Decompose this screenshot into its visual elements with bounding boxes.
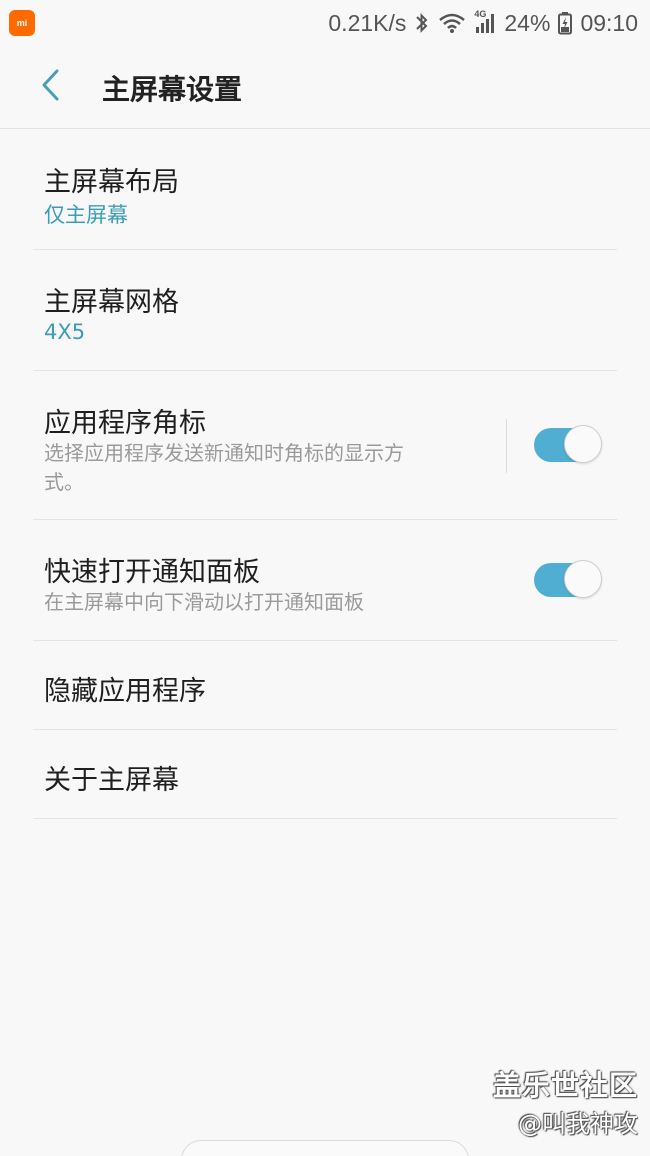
setting-home-grid[interactable]: 主屏幕网格 4X5 xyxy=(33,250,617,371)
setting-title: 快速打开通知面板 xyxy=(44,557,260,588)
setting-title: 主屏幕网格 xyxy=(44,287,179,318)
setting-app-badges[interactable]: 应用程序角标 选择应用程序发送新通知时角标的显示方式。 xyxy=(33,371,617,520)
page-title: 主屏幕设置 xyxy=(102,73,243,106)
clock: 09:10 xyxy=(580,9,638,36)
battery-percent: 24% xyxy=(504,9,551,36)
watermark-site: 盖乐世社区 xyxy=(492,1069,638,1102)
network-speed: 0.21K/s xyxy=(328,9,407,36)
app-bar: 主屏幕设置 xyxy=(0,46,650,129)
screen: mi 0.21K/s 4G 24% 09:10 主屏幕设置 主屏幕布局 仅主屏幕… xyxy=(0,0,650,1156)
setting-hide-apps[interactable]: 隐藏应用程序 xyxy=(33,641,617,730)
back-button[interactable] xyxy=(30,64,70,110)
setting-title: 主屏幕布局 xyxy=(44,167,179,198)
status-icons: 0.21K/s 4G 24% 09:10 xyxy=(328,6,638,40)
watermark-author: @叫我神攻 xyxy=(518,1110,638,1138)
battery-icon xyxy=(558,11,573,35)
settings-list: 主屏幕布局 仅主屏幕 主屏幕网格 4X5 应用程序角标 选择应用程序发送新通知时… xyxy=(33,129,617,819)
vertical-divider xyxy=(506,419,507,473)
toggle-knob xyxy=(564,425,602,463)
setting-description: 选择应用程序发送新通知时角标的显示方式。 xyxy=(44,441,404,494)
bluetooth-icon xyxy=(414,11,430,35)
setting-about-home[interactable]: 关于主屏幕 xyxy=(33,730,617,819)
mi-app-icon: mi xyxy=(9,10,35,36)
setting-title: 应用程序角标 xyxy=(44,408,206,439)
setting-value: 4X5 xyxy=(44,320,86,344)
network-type-label: 4G xyxy=(474,9,487,19)
setting-home-layout[interactable]: 主屏幕布局 仅主屏幕 xyxy=(33,129,617,250)
setting-value: 仅主屏幕 xyxy=(44,203,128,227)
setting-title: 隐藏应用程序 xyxy=(44,676,206,707)
bottom-bar-handle xyxy=(181,1140,469,1156)
setting-quick-notification-panel[interactable]: 快速打开通知面板 在主屏幕中向下滑动以打开通知面板 xyxy=(33,520,617,641)
status-bar: mi 0.21K/s 4G 24% 09:10 xyxy=(0,0,650,46)
app-badges-toggle[interactable] xyxy=(534,425,602,465)
setting-title: 关于主屏幕 xyxy=(44,765,179,796)
toggle-knob xyxy=(564,560,602,598)
quick-notification-toggle[interactable] xyxy=(534,560,602,600)
wifi-icon xyxy=(438,11,466,35)
signal-icon: 4G xyxy=(474,9,496,35)
setting-description: 在主屏幕中向下滑动以打开通知面板 xyxy=(44,590,364,614)
back-arrow-icon xyxy=(39,68,61,106)
